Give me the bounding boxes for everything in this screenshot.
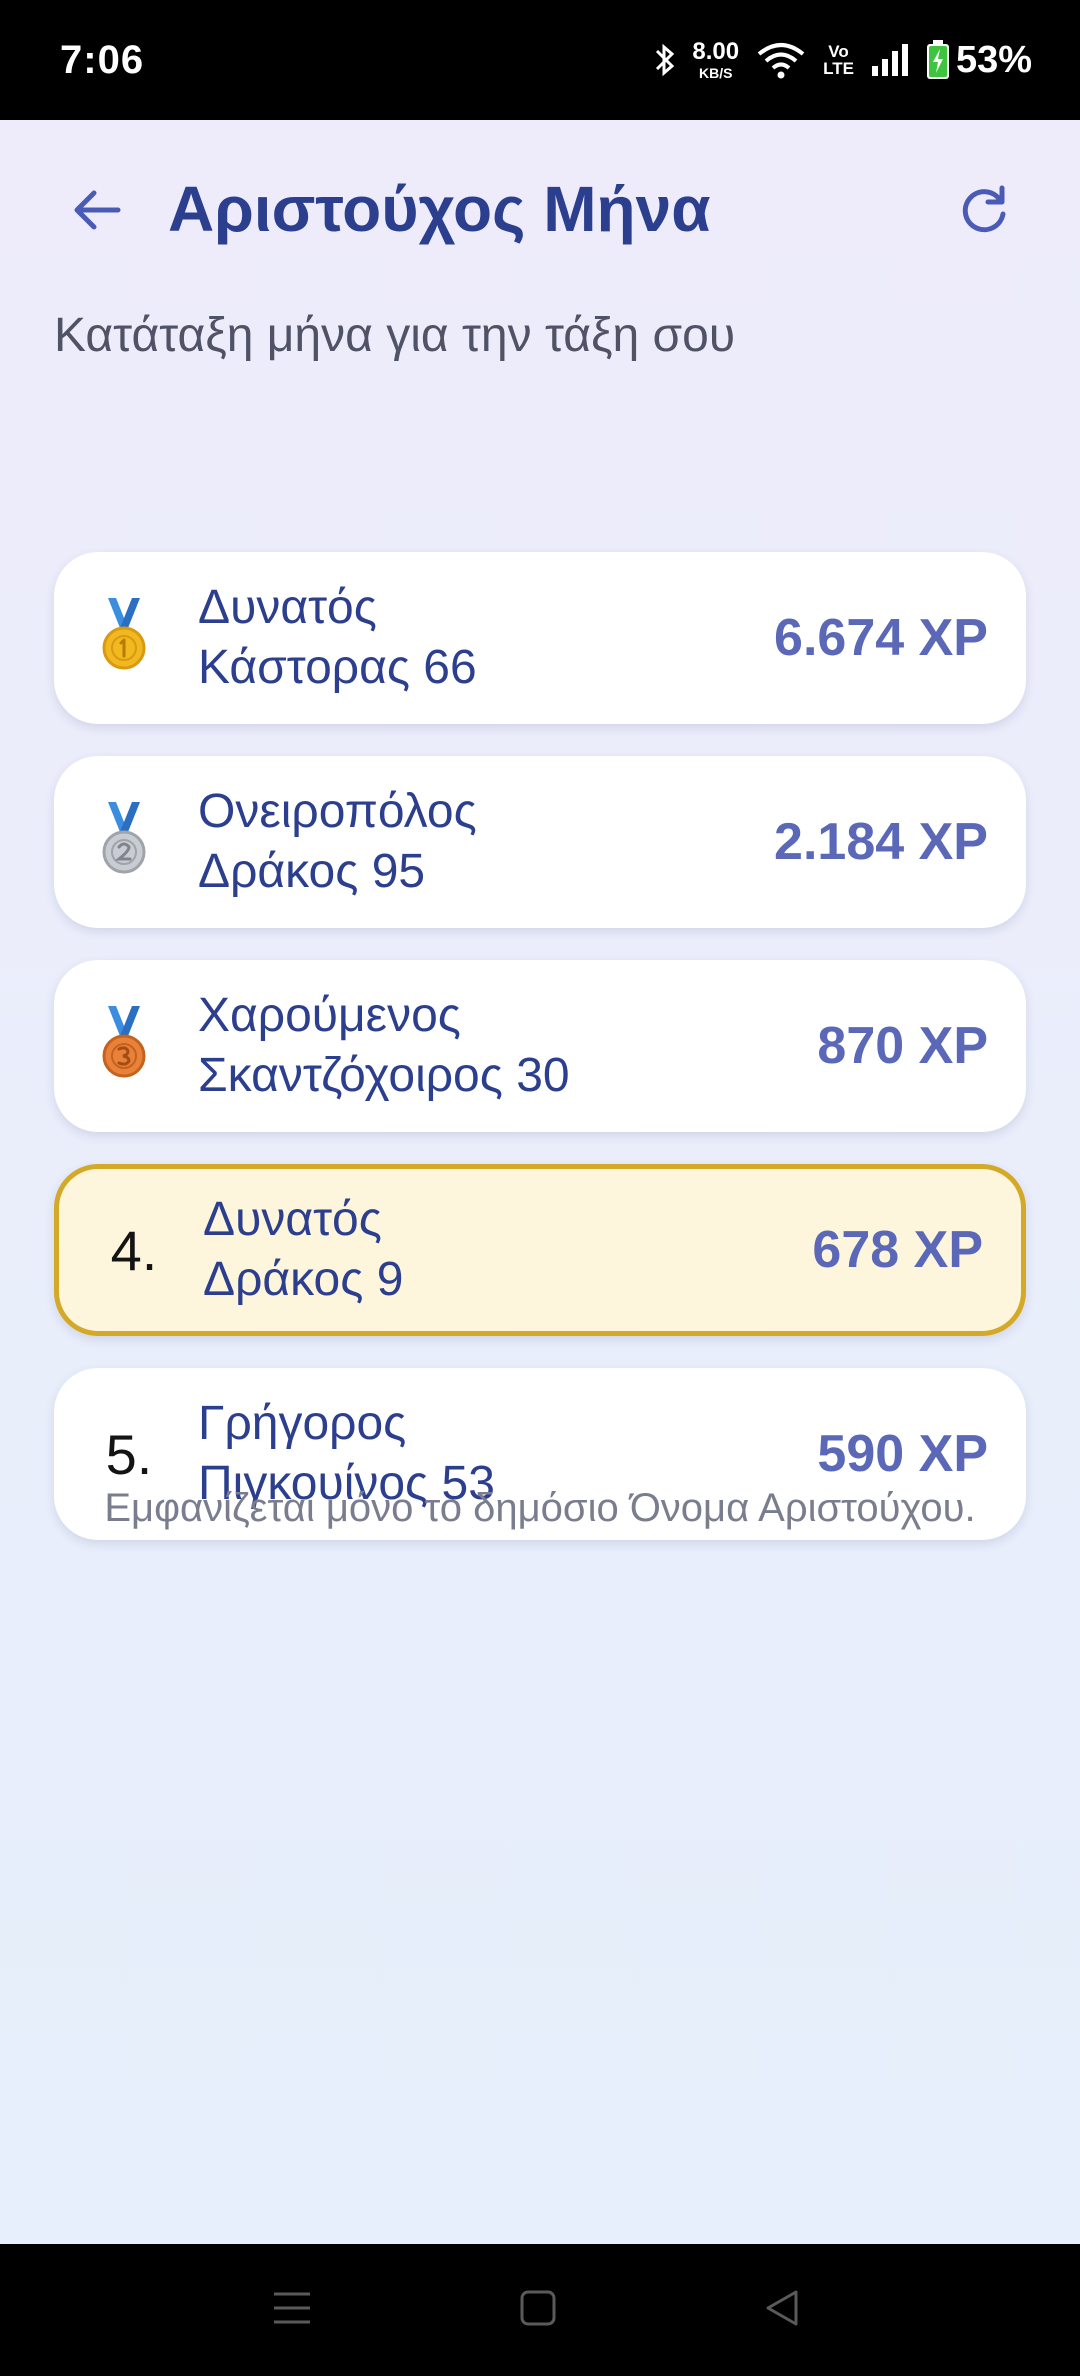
rank-slot <box>54 756 194 928</box>
volte-bottom: LTE <box>823 59 854 78</box>
player-name-line2: Σκαντζόχοιρος 30 <box>198 1049 570 1102</box>
player-xp: 6.674 XP <box>774 609 988 667</box>
privacy-footnote: Εμφανίζεται μόνο το δημόσιο Όνομα Αριστο… <box>104 1486 976 1530</box>
leaderboard-row-3[interactable]: Χαρούμενος Σκαντζόχοιρος 30 870 XP <box>54 960 1026 1132</box>
nav-back-button[interactable] <box>752 2280 812 2340</box>
top-app-bar: Αριστούχος Μήνα <box>0 120 1080 300</box>
arrow-left-icon <box>68 182 124 243</box>
system-nav-bar <box>0 2244 1080 2376</box>
rank-slot <box>54 552 194 724</box>
silver-medal-icon <box>96 801 152 883</box>
leaderboard-row-current-user[interactable]: 4. Δυνατός Δράκος 9 678 XP <box>54 1164 1026 1336</box>
player-name-line1: Χαρούμενος <box>198 989 461 1042</box>
rank-slot <box>54 960 194 1132</box>
player-xp: 870 XP <box>817 1017 988 1075</box>
page-subtitle: Κατάταξη μήνα για την τάξη σου <box>54 309 736 362</box>
bluetooth-icon <box>654 42 676 78</box>
network-speed-unit: KB/S <box>698 65 733 81</box>
network-speed-value: 8.00 <box>692 38 740 65</box>
battery: 53% <box>926 39 1032 82</box>
app-screen: Αριστούχος Μήνα Κατάταξη μήνα για την τά… <box>0 120 1080 2244</box>
player-name-line1: Ονειροπόλος <box>198 785 477 838</box>
battery-charging-icon <box>926 40 950 80</box>
battery-percent: 53% <box>955 38 1032 81</box>
player-name-line2: Κάστορας 66 <box>198 641 477 694</box>
nav-menu-button[interactable] <box>262 2280 322 2340</box>
player-name-line2: Δράκος 95 <box>198 845 426 898</box>
status-time: 7:06 <box>60 37 145 82</box>
refresh-icon <box>956 182 1012 243</box>
rank-slot: 4. <box>59 1169 199 1331</box>
menu-icon <box>270 2288 314 2333</box>
volte-indicator: Vo LTE <box>823 43 854 77</box>
status-icons: 8.00 KB/S Vo LTE 53% <box>654 39 1032 82</box>
player-name: Δυνατός Δράκος 9 <box>199 1190 812 1310</box>
player-name: Δυνατός Κάστορας 66 <box>194 578 774 698</box>
nav-home-button[interactable] <box>508 2280 568 2340</box>
volte-top: Vo <box>828 42 849 61</box>
gold-medal-icon <box>96 597 152 679</box>
refresh-button[interactable] <box>948 176 1020 248</box>
player-name-line1: Δυνατός <box>198 581 377 634</box>
leaderboard-row-1[interactable]: Δυνατός Κάστορας 66 6.674 XP <box>54 552 1026 724</box>
player-xp: 2.184 XP <box>774 813 988 871</box>
network-speed: 8.00 KB/S <box>692 38 740 81</box>
player-name: Ονειροπόλος Δράκος 95 <box>194 782 774 902</box>
signal-icon <box>870 42 910 78</box>
player-xp: 678 XP <box>812 1221 983 1279</box>
wifi-icon <box>755 40 807 80</box>
home-square-icon <box>518 2288 558 2333</box>
back-button[interactable] <box>60 176 132 248</box>
player-name: Χαρούμενος Σκαντζόχοιρος 30 <box>194 986 817 1106</box>
leaderboard-row-2[interactable]: Ονειροπόλος Δράκος 95 2.184 XP <box>54 756 1026 928</box>
rank-number: 4. <box>110 1218 158 1282</box>
bronze-medal-icon <box>96 1005 152 1087</box>
back-triangle-icon <box>762 2288 802 2333</box>
player-name-line2: Δράκος 9 <box>203 1253 404 1306</box>
status-bar: 7:06 8.00 KB/S Vo LTE 53% <box>0 0 1080 120</box>
player-name-line1: Γρήγορος <box>198 1397 407 1450</box>
player-name-line1: Δυνατός <box>203 1193 382 1246</box>
page-title: Αριστούχος Μήνα <box>168 173 711 245</box>
